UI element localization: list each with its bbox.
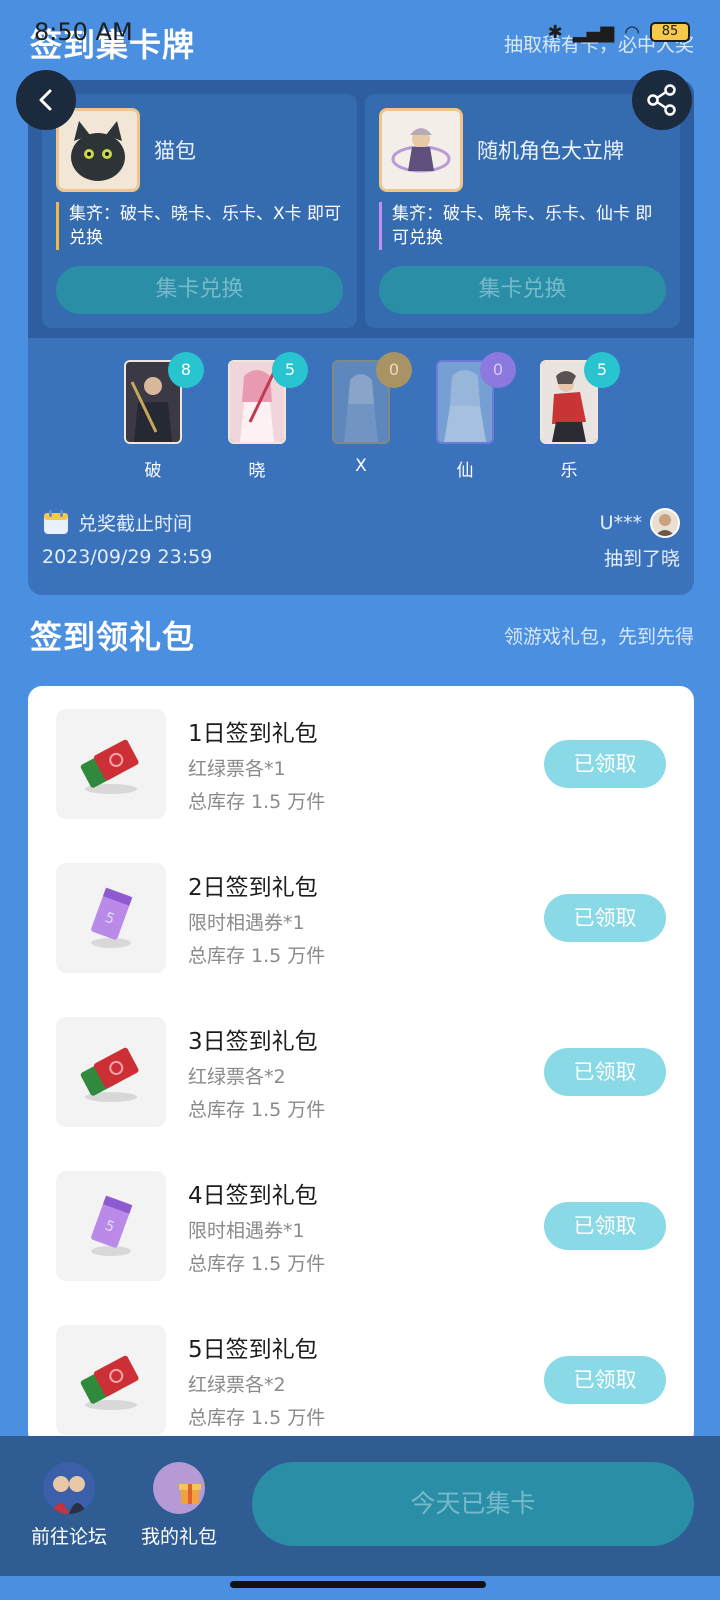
card-x[interactable]: 0 X <box>332 352 412 490</box>
deadline-date: 2023/09/29 23:59 <box>42 546 213 568</box>
calendar-icon <box>44 510 68 534</box>
reward-requirement: 集齐：破卡、晓卡、乐卡、X卡 即可兑换 <box>56 202 343 250</box>
status-bar: 8:50 AM ✱ ▂▄▆ ◠ 85 <box>34 12 690 52</box>
gift-item-day-5: 5日签到礼包 红绿票各*2 总库存 1.5 万件 已领取 <box>56 1324 666 1436</box>
forum-nav-label: 前往论坛 <box>30 1526 107 1548</box>
gift-contents: 限时相遇券*1 <box>188 912 305 934</box>
gift-stock: 总库存 1.5 万件 <box>188 791 326 813</box>
reward-card-cat-bag: 猫包 集齐：破卡、晓卡、乐卡、X卡 即可兑换 集卡兑换 <box>42 94 357 328</box>
battery-icon: 85 <box>650 22 690 42</box>
coupon-icon: 5 <box>56 863 166 973</box>
gift-name: 3日签到礼包 <box>188 1029 318 1055</box>
share-button[interactable] <box>632 70 692 130</box>
gift-name: 5日签到礼包 <box>188 1337 318 1363</box>
bluetooth-icon: ✱ <box>547 21 563 43</box>
gift-item-day-4: 5 4日签到礼包 限时相遇券*1 总库存 1.5 万件 已领取 <box>56 1170 666 1282</box>
card-label: 仙 <box>456 461 474 481</box>
claimed-button[interactable]: 已领取 <box>544 1202 666 1250</box>
ticket-pair-icon <box>56 1325 166 1435</box>
gift-stock: 总库存 1.5 万件 <box>188 1407 326 1429</box>
deadline-info: 兑奖截止时间 2023/09/29 23:59 <box>42 508 212 568</box>
gift-contents: 限时相遇券*1 <box>188 1220 305 1242</box>
gift-name: 1日签到礼包 <box>188 721 318 747</box>
forum-nav-button[interactable]: 前往论坛 <box>14 1462 124 1549</box>
home-indicator[interactable] <box>230 1581 486 1588</box>
reward-card-standee: 随机角色大立牌 集齐：破卡、晓卡、乐卡、仙卡 即可兑换 集卡兑换 <box>365 94 680 328</box>
gift-contents: 红绿票各*2 <box>188 1066 286 1088</box>
card-label: 破 <box>144 461 162 481</box>
ticket-pair-icon <box>56 709 166 819</box>
back-button[interactable] <box>16 70 76 130</box>
card-xiao[interactable]: 5 晓 <box>228 352 308 490</box>
collected-today-button[interactable]: 今天已集卡 <box>252 1462 694 1546</box>
gift-name: 4日签到礼包 <box>188 1183 318 1209</box>
coupon-icon: 5 <box>56 1171 166 1281</box>
my-gifts-nav-button[interactable]: 我的礼包 <box>124 1462 234 1549</box>
gift-contents: 红绿票各*1 <box>188 758 286 780</box>
gift-name: 2日签到礼包 <box>188 875 318 901</box>
gift-section-subtitle: 领游戏礼包，先到先得 <box>503 625 694 648</box>
card-count-badge: 5 <box>272 352 308 388</box>
cat-bag-image <box>56 108 140 192</box>
card-collection-row: 8 破 5 晓 0 X 0 仙 5 乐 <box>28 352 694 490</box>
gift-contents: 红绿票各*2 <box>188 1374 286 1396</box>
gift-item-day-3: 3日签到礼包 红绿票各*2 总库存 1.5 万件 已领取 <box>56 1016 666 1128</box>
gift-stock: 总库存 1.5 万件 <box>188 1253 326 1275</box>
share-icon <box>647 84 676 116</box>
winner-info: U*** 抽到了晓 <box>600 508 680 571</box>
reward-name: 猫包 <box>154 139 196 163</box>
card-label: X <box>355 456 367 476</box>
gift-box-icon <box>153 1462 205 1514</box>
gift-section-header: 签到领礼包 领游戏礼包，先到先得 <box>30 612 694 658</box>
signal-icon: ▂▄▆ <box>572 21 615 43</box>
status-time: 8:50 AM <box>34 18 133 46</box>
wifi-icon: ◠ <box>624 21 640 43</box>
reward-row: 猫包 集齐：破卡、晓卡、乐卡、X卡 即可兑换 集卡兑换 随机角色大立牌 集齐：破… <box>28 80 694 338</box>
winner-user: U*** <box>599 512 642 534</box>
reward-name: 随机角色大立牌 <box>477 139 624 163</box>
exchange-button[interactable]: 集卡兑换 <box>379 266 666 314</box>
exchange-button[interactable]: 集卡兑换 <box>56 266 343 314</box>
card-label: 乐 <box>560 461 578 481</box>
gift-item-day-2: 5 2日签到礼包 限时相遇券*1 总库存 1.5 万件 已领取 <box>56 862 666 974</box>
claimed-button[interactable]: 已领取 <box>544 740 666 788</box>
card-count-badge: 8 <box>168 352 204 388</box>
gift-stock: 总库存 1.5 万件 <box>188 945 326 967</box>
gift-section-title: 签到领礼包 <box>30 618 196 656</box>
card-le[interactable]: 5 乐 <box>540 352 620 490</box>
gift-stock: 总库存 1.5 万件 <box>188 1099 326 1121</box>
status-icons: ✱ ▂▄▆ ◠ 85 <box>548 22 690 43</box>
deadline-label: 兑奖截止时间 <box>78 512 193 535</box>
avatar <box>650 508 680 538</box>
reward-requirement: 集齐：破卡、晓卡、乐卡、仙卡 即可兑换 <box>379 202 666 250</box>
winner-text: 抽到了晓 <box>603 548 680 570</box>
card-po[interactable]: 8 破 <box>124 352 204 490</box>
card-xian[interactable]: 0 仙 <box>436 352 516 490</box>
gift-item-day-1: 1日签到礼包 红绿票各*1 总库存 1.5 万件 已领取 <box>56 708 666 820</box>
card-count-badge: 0 <box>376 352 412 388</box>
claimed-button[interactable]: 已领取 <box>544 1048 666 1096</box>
ticket-pair-icon <box>56 1017 166 1127</box>
card-count-badge: 5 <box>584 352 620 388</box>
card-collection-panel: 猫包 集齐：破卡、晓卡、乐卡、X卡 即可兑换 集卡兑换 随机角色大立牌 集齐：破… <box>28 80 694 595</box>
claimed-button[interactable]: 已领取 <box>544 1356 666 1404</box>
chevron-left-icon <box>39 89 52 111</box>
my-gifts-nav-label: 我的礼包 <box>140 1526 217 1548</box>
claimed-button[interactable]: 已领取 <box>544 894 666 942</box>
standee-image <box>379 108 463 192</box>
bottom-bar: 前往论坛 我的礼包 今天已集卡 <box>0 1436 720 1576</box>
game-forum-icon <box>43 1462 95 1514</box>
card-count-badge: 0 <box>480 352 516 388</box>
gift-list-panel: 1日签到礼包 红绿票各*1 总库存 1.5 万件 已领取 5 2日签到礼包 限时… <box>28 686 694 1446</box>
card-label: 晓 <box>248 461 266 481</box>
